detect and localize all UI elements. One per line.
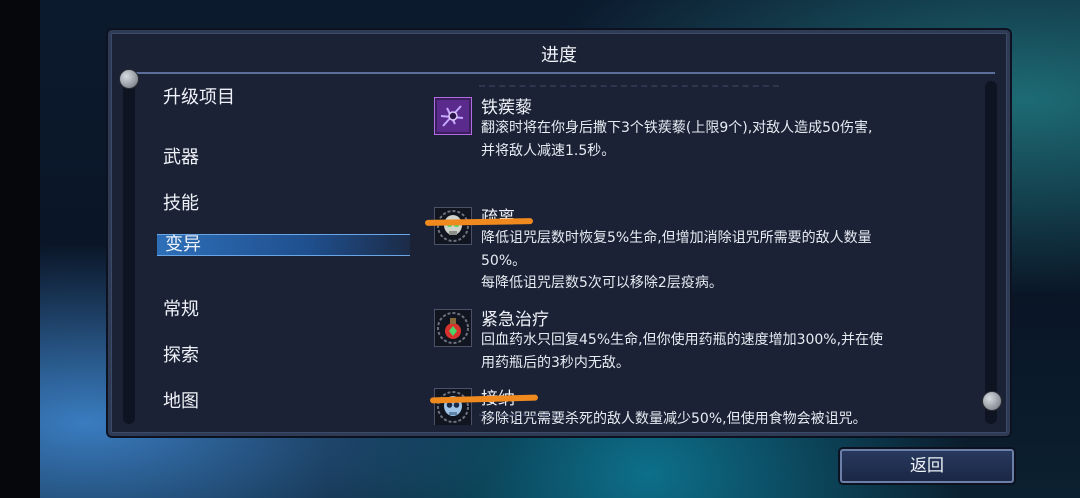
menu-item-map[interactable]: 地图 — [163, 387, 199, 413]
ghost-skull-icon — [434, 388, 472, 425]
panel-title: 进度 — [541, 45, 577, 66]
next-entry-faded — [479, 414, 559, 425]
menu-scroll-knob[interactable] — [119, 69, 139, 89]
menu-item-exploration[interactable]: 探索 — [163, 341, 199, 367]
description-line: 用药瓶后的3秒内无敌。 — [481, 354, 630, 371]
mutation-description: 降低诅咒层数时恢复5%生命,但增加消除诅咒所需要的敌人数量 50%。 每降低诅咒… — [481, 227, 951, 295]
skull-icon — [434, 207, 472, 245]
list-scrollbar[interactable] — [985, 81, 997, 424]
description-line: 并将敌人减速1.5秒。 — [481, 142, 616, 159]
menu-item-mutations[interactable]: 变异 — [157, 234, 410, 256]
menu-item-skills[interactable]: 技能 — [163, 189, 199, 215]
menu-item-general[interactable]: 常规 — [163, 295, 199, 321]
description-line: 翻滚时将在你身后撒下3个铁蒺藜(上限9个),对敌人造成50伤害, — [481, 120, 873, 136]
caltrops-icon — [434, 97, 472, 135]
list-scroll-knob[interactable] — [982, 391, 1002, 411]
camera-notch — [0, 0, 40, 498]
description-line: 50%。 — [481, 252, 527, 269]
description-line: 降低诅咒层数时恢复5%生命,但增加消除诅咒所需要的敌人数量 — [481, 230, 872, 246]
menu-item-weapons[interactable]: 武器 — [163, 143, 199, 169]
menu-item-upgrades[interactable]: 升级项目 — [163, 83, 235, 109]
description-line: 回血药水只回复45%生命,但你使用药瓶的速度增加300%,并在使 — [481, 332, 884, 348]
back-button[interactable]: 返回 — [840, 449, 1014, 483]
mutation-list[interactable]: 铁蒺藜 翻滚时将在你身后撒下3个铁蒺藜(上限9个),对敌人造成50伤害, 并将敌… — [429, 77, 989, 425]
mutation-description: 翻滚时将在你身后撒下3个铁蒺藜(上限9个),对敌人造成50伤害, 并将敌人减速1… — [481, 117, 951, 162]
potion-icon — [434, 309, 472, 347]
menu-scrollbar[interactable] — [123, 81, 135, 424]
mutation-description: 回血药水只回复45%生命,但你使用药瓶的速度增加300%,并在使 用药瓶后的3秒… — [481, 329, 951, 374]
previous-entry-faded — [479, 77, 779, 87]
description-line: 每降低诅咒层数5次可以移除2层疫病。 — [481, 275, 723, 291]
title-divider — [123, 72, 995, 74]
mutation-name: 铁蒺藜 — [481, 98, 532, 118]
mutation-name: 紧急治疗 — [481, 310, 549, 330]
progress-panel: 进度 升级项目 武器 技能 变异 常规 探索 地图 铁蒺藜 翻滚时将在你身后撒下… — [108, 30, 1010, 436]
